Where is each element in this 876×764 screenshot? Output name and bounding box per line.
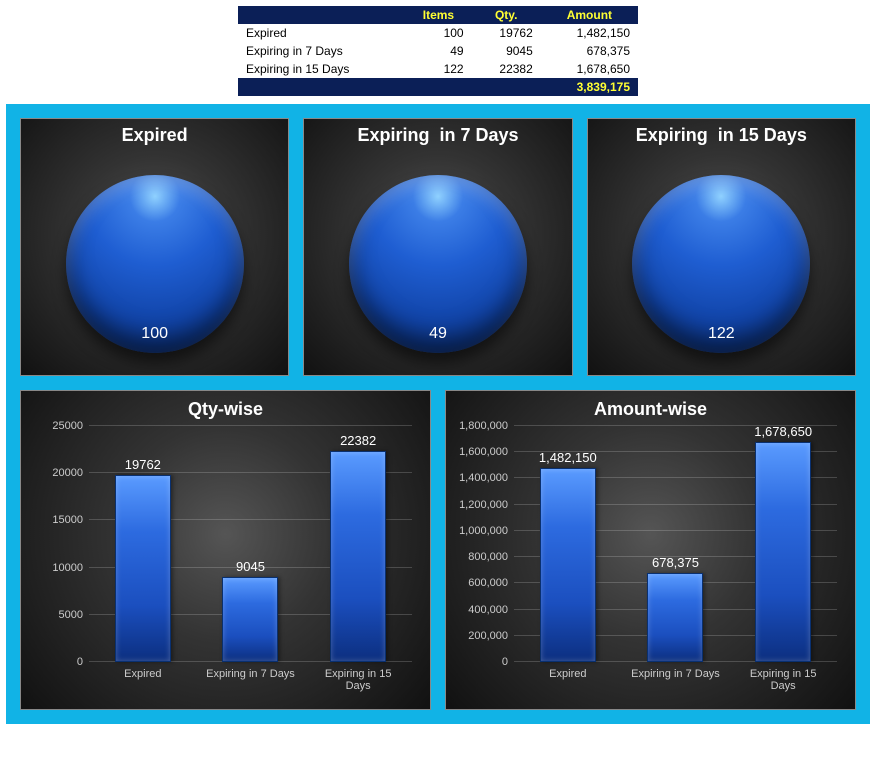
pie-card-15days: Expiring in 15 Days 122 <box>587 118 856 376</box>
y-tick-label: 1,800,000 <box>459 420 508 432</box>
x-tick-label: Expired <box>98 668 188 692</box>
bars: 19762 9045 22382 <box>89 426 412 662</box>
table-header-row: Items Qty. Amount <box>238 6 638 24</box>
bar-value-label: 22382 <box>340 433 376 448</box>
pie-value: 100 <box>141 325 168 343</box>
bar-title: Qty-wise <box>33 399 418 420</box>
bars: 1,482,150 678,375 1,678,650 <box>514 426 837 662</box>
pie-value: 122 <box>708 325 735 343</box>
y-tick-label: 1,400,000 <box>459 472 508 484</box>
bar-slot: 678,375 <box>630 555 720 662</box>
cell-amount: 1,678,650 <box>541 60 638 78</box>
pie-title: Expiring in 15 Days <box>588 125 855 146</box>
y-tick-label: 1,600,000 <box>459 446 508 458</box>
bar-card-qty: Qty-wise 0 5000 10000 15000 20000 25000 19762… <box>20 390 431 710</box>
x-tick-label: Expired <box>523 668 613 692</box>
x-tick-label: Expiring in 7 Days <box>205 668 295 692</box>
cell-items: 100 <box>405 24 471 42</box>
cell-items: 122 <box>405 60 471 78</box>
y-tick-label: 400,000 <box>468 604 508 616</box>
th-items: Items <box>405 6 471 24</box>
bar-row: Qty-wise 0 5000 10000 15000 20000 25000 19762… <box>20 390 856 710</box>
y-tick-label: 0 <box>77 656 83 668</box>
bar <box>115 475 171 662</box>
pie-row: Expired 100 Expiring in 7 Days 49 Expiri… <box>20 118 856 376</box>
bar-slot: 9045 <box>205 559 295 662</box>
y-tick-label: 0 <box>502 656 508 668</box>
summary-table-wrap: Items Qty. Amount Expired 100 19762 1,48… <box>6 6 870 96</box>
bar-title: Amount-wise <box>458 399 843 420</box>
pie-value: 49 <box>429 325 447 343</box>
bar <box>647 573 703 662</box>
summary-table: Items Qty. Amount Expired 100 19762 1,48… <box>238 6 638 96</box>
pie-card-expired: Expired 100 <box>20 118 289 376</box>
y-tick-label: 15000 <box>52 514 83 526</box>
y-tick-label: 20000 <box>52 467 83 479</box>
bar <box>222 577 278 662</box>
bar-slot: 1,678,650 <box>738 424 828 662</box>
x-tick-label: Expiring in 15 Days <box>313 668 403 692</box>
pie-title: Expired <box>21 125 288 146</box>
bar-slot: 19762 <box>98 457 188 662</box>
y-tick-label: 10000 <box>52 562 83 574</box>
bar-chart-qty: 0500010000150002000025000 19762904522382 <box>89 426 412 662</box>
cell-items: 49 <box>405 42 471 60</box>
table-row: Expired 100 19762 1,482,150 <box>238 24 638 42</box>
cell-total: 3,839,175 <box>238 78 638 96</box>
cell-label: Expiring in 15 Days <box>238 60 405 78</box>
dashboard-panel: Expired 100 Expiring in 7 Days 49 Expiri… <box>6 104 870 724</box>
table-row: Expiring in 15 Days 122 22382 1,678,650 <box>238 60 638 78</box>
y-tick-label: 1,200,000 <box>459 499 508 511</box>
pie-card-7days: Expiring in 7 Days 49 <box>303 118 572 376</box>
cell-qty: 22382 <box>472 60 541 78</box>
table-total-row: 3,839,175 <box>238 78 638 96</box>
bar-value-label: 9045 <box>236 559 265 574</box>
cell-label: Expired <box>238 24 405 42</box>
bar-value-label: 19762 <box>125 457 161 472</box>
x-axis: Expired Expiring in 7 Days Expiring in 15 … <box>514 668 837 692</box>
bar-value-label: 678,375 <box>652 555 699 570</box>
y-tick-label: 600,000 <box>468 577 508 589</box>
th-blank <box>238 6 405 24</box>
bar-card-amount: Amount-wise 0200,000400,000600,000800,00… <box>445 390 856 710</box>
cell-amount: 1,482,150 <box>541 24 638 42</box>
x-axis: Expired Expiring in 7 Days Expiring in 15 … <box>89 668 412 692</box>
y-tick-label: 25000 <box>52 420 83 432</box>
bar <box>330 451 386 662</box>
cell-qty: 19762 <box>472 24 541 42</box>
th-amount: Amount <box>541 6 638 24</box>
y-tick-label: 1,000,000 <box>459 525 508 537</box>
y-tick-label: 200,000 <box>468 630 508 642</box>
bar <box>755 442 811 662</box>
pie-title: Expiring in 7 Days <box>304 125 571 146</box>
cell-label: Expiring in 7 Days <box>238 42 405 60</box>
y-tick-label: 5000 <box>59 609 83 621</box>
bar-chart-amount: 0200,000400,000600,000800,0001,000,0001,… <box>514 426 837 662</box>
table-row: Expiring in 7 Days 49 9045 678,375 <box>238 42 638 60</box>
cell-qty: 9045 <box>472 42 541 60</box>
x-tick-label: Expiring in 15 Days <box>738 668 828 692</box>
bar-value-label: 1,678,650 <box>754 424 812 439</box>
th-qty: Qty. <box>472 6 541 24</box>
y-tick-label: 800,000 <box>468 551 508 563</box>
x-tick-label: Expiring in 7 Days <box>630 668 720 692</box>
bar-value-label: 1,482,150 <box>539 450 597 465</box>
bar-slot: 1,482,150 <box>523 450 613 662</box>
bar-slot: 22382 <box>313 433 403 662</box>
bar <box>540 468 596 662</box>
cell-amount: 678,375 <box>541 42 638 60</box>
